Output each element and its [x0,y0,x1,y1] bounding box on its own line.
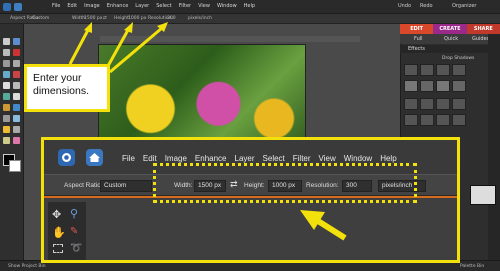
arrow-to-height [106,22,133,67]
arrow-to-dotted-box [300,210,347,241]
arrow-to-width [68,22,92,65]
annotation-arrows [68,22,347,241]
